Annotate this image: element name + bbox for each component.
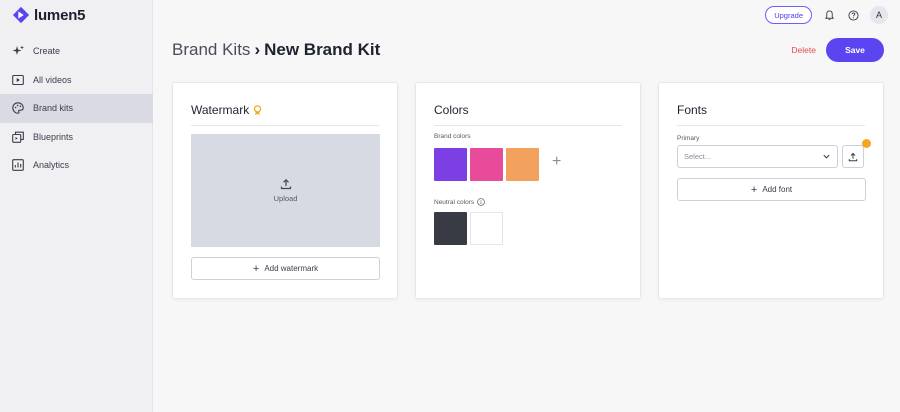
sidebar: lumen5 Create All videos Brand kits Blue… (0, 0, 153, 412)
add-font-button[interactable]: + Add font (677, 178, 866, 201)
divider (677, 125, 865, 126)
fonts-card: Fonts Primary Select... + Add font (658, 82, 884, 299)
neutral-color-swatch[interactable] (470, 212, 503, 245)
chevron-down-icon (823, 154, 830, 159)
watermark-card: Watermark Upload + Add watermark (172, 82, 398, 299)
add-brand-color-button[interactable]: + (552, 153, 561, 171)
divider (434, 125, 622, 126)
sidebar-item-all-videos[interactable]: All videos (0, 66, 153, 95)
blueprint-icon (12, 131, 24, 143)
upgrade-button[interactable]: Upgrade (765, 6, 812, 24)
brand-color-swatch[interactable] (434, 148, 467, 181)
breadcrumb-separator: › (254, 40, 261, 59)
plus-icon: + (750, 183, 758, 196)
sparkle-icon (12, 45, 24, 57)
palette-icon (12, 102, 24, 115)
save-button[interactable]: Save (826, 38, 884, 62)
brand-color-swatch[interactable] (470, 148, 503, 181)
sidebar-item-analytics[interactable]: Analytics (0, 151, 153, 180)
sidebar-item-create[interactable]: Create (0, 37, 153, 66)
video-icon (12, 74, 24, 86)
sidebar-item-label: All videos (33, 74, 72, 85)
upload-icon (280, 178, 291, 190)
watermark-upload-area[interactable]: Upload (191, 134, 380, 247)
breadcrumb: Brand Kits › New Brand Kit (172, 40, 380, 60)
bell-icon[interactable] (822, 8, 836, 22)
upload-font-button[interactable] (842, 145, 864, 168)
watermark-title: Watermark (191, 103, 250, 117)
page-title: New Brand Kit (264, 40, 381, 59)
watermark-title-row: Watermark (191, 103, 262, 117)
sidebar-item-label: Analytics (33, 160, 70, 171)
header-actions: Delete Save (791, 38, 884, 62)
main-content: Upgrade A Brand Kits › New Brand Kit Del… (154, 0, 900, 412)
avatar[interactable]: A (870, 6, 888, 24)
logo[interactable]: lumen5 (12, 6, 86, 24)
upload-label: Upload (273, 194, 298, 203)
sidebar-item-label: Brand kits (33, 103, 74, 114)
sidebar-nav: Create All videos Brand kits Blueprints … (0, 37, 153, 180)
add-font-label: Add font (762, 185, 793, 194)
add-watermark-label: Add watermark (264, 264, 319, 273)
notification-dot (862, 139, 871, 148)
divider (191, 125, 379, 126)
neutral-colors-label: Neutral colors (434, 198, 475, 206)
sidebar-item-brand-kits[interactable]: Brand kits (0, 94, 153, 123)
primary-font-label: Primary (677, 135, 700, 142)
topbar-actions: Upgrade A (765, 6, 888, 24)
colors-card: Colors Brand colors + Neutral colors (415, 82, 641, 299)
lumen5-logo-icon (12, 6, 30, 24)
brand-colors-label: Brand colors (434, 133, 471, 140)
fonts-title: Fonts (677, 103, 708, 117)
info-icon[interactable] (477, 198, 485, 206)
sidebar-item-label: Blueprints (33, 131, 74, 142)
colors-title: Colors (434, 103, 469, 117)
plus-icon: + (252, 262, 260, 275)
help-icon[interactable] (846, 8, 860, 22)
neutral-colors-label-row: Neutral colors (434, 198, 485, 206)
sidebar-item-blueprints[interactable]: Blueprints (0, 123, 153, 152)
logo-text: lumen5 (34, 6, 86, 24)
upload-icon (848, 152, 858, 161)
premium-badge-icon (254, 104, 262, 115)
select-placeholder: Select... (684, 152, 712, 161)
primary-font-select[interactable]: Select... (677, 145, 838, 168)
brand-color-swatch[interactable] (506, 148, 539, 181)
breadcrumb-parent[interactable]: Brand Kits (172, 40, 250, 60)
neutral-color-swatch[interactable] (434, 212, 467, 245)
sidebar-item-label: Create (33, 46, 61, 57)
add-watermark-button[interactable]: + Add watermark (191, 257, 380, 280)
analytics-icon (12, 159, 24, 172)
delete-button[interactable]: Delete (791, 45, 816, 55)
